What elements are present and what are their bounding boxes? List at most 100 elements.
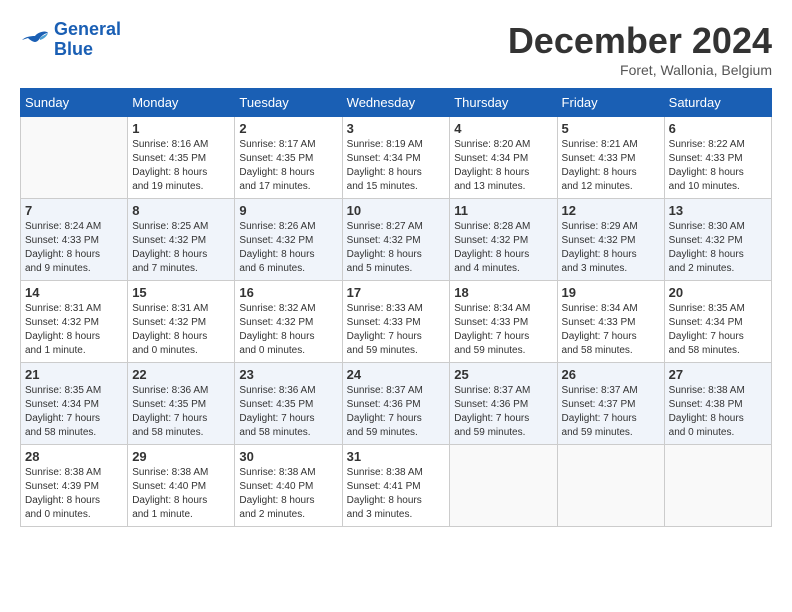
calendar-cell: 26 Sunrise: 8:37 AMSunset: 4:37 PMDayligh… — [557, 363, 664, 445]
day-info: Sunrise: 8:38 AMSunset: 4:41 PMDaylight:… — [347, 466, 446, 522]
day-number: 1 — [132, 121, 230, 136]
calendar-cell: 22Sunrise: 8:36 AMSunset: 4:35 PMDayligh… — [128, 363, 235, 445]
calendar-cell: 17 Sunrise: 8:33 AMSunset: 4:33 PMDayligh… — [342, 281, 450, 363]
day-number: 21 — [25, 367, 123, 382]
calendar-cell — [664, 445, 771, 527]
day-number: 23 — [239, 367, 337, 382]
day-number: 5 — [562, 121, 660, 136]
calendar-cell — [557, 445, 664, 527]
day-info: Sunrise: 8:27 AMSunset: 4:32 PMDaylight:… — [347, 220, 446, 276]
col-header-wednesday: Wednesday — [342, 89, 450, 117]
day-number: 31 — [347, 449, 446, 464]
day-info: Sunrise: 8:38 AMSunset: 4:38 PMDaylight:… — [669, 384, 767, 440]
day-number: 19 — [562, 285, 660, 300]
calendar-cell: 2 Sunrise: 8:17 AMSunset: 4:35 PMDaylight… — [235, 117, 342, 199]
day-info: Sunrise: 8:29 AMSunset: 4:32 PMDaylight:… — [562, 220, 660, 276]
day-info: Sunrise: 8:24 AMSunset: 4:33 PMDaylight:… — [25, 220, 123, 276]
day-number: 13 — [669, 203, 767, 218]
day-info: Sunrise: 8:38 AMSunset: 4:40 PMDaylight:… — [132, 466, 230, 522]
day-info: Sunrise: 8:37 AMSunset: 4:36 PMDaylight:… — [347, 384, 446, 440]
calendar-cell: 14Sunrise: 8:31 AMSunset: 4:32 PMDayligh… — [21, 281, 128, 363]
day-info: Sunrise: 8:22 AMSunset: 4:33 PMDaylight:… — [669, 138, 767, 194]
col-header-sunday: Sunday — [21, 89, 128, 117]
calendar-cell: 20 Sunrise: 8:35 AMSunset: 4:34 PMDayligh… — [664, 281, 771, 363]
logo-line1: General — [54, 19, 121, 39]
day-number: 26 — [562, 367, 660, 382]
day-number: 18 — [454, 285, 552, 300]
day-number: 16 — [239, 285, 337, 300]
calendar-cell: 19 Sunrise: 8:34 AMSunset: 4:33 PMDayligh… — [557, 281, 664, 363]
day-info: Sunrise: 8:34 AMSunset: 4:33 PMDaylight:… — [454, 302, 552, 358]
day-info: Sunrise: 8:30 AMSunset: 4:32 PMDaylight:… — [669, 220, 767, 276]
day-info: Sunrise: 8:32 AMSunset: 4:32 PMDaylight:… — [239, 302, 337, 358]
day-info: Sunrise: 8:16 AMSunset: 4:35 PMDaylight:… — [132, 138, 230, 194]
day-number: 11 — [454, 203, 552, 218]
day-number: 4 — [454, 121, 552, 136]
col-header-thursday: Thursday — [450, 89, 557, 117]
day-number: 29 — [132, 449, 230, 464]
col-header-friday: Friday — [557, 89, 664, 117]
calendar-cell: 4Sunrise: 8:20 AMSunset: 4:34 PMDaylight… — [450, 117, 557, 199]
calendar-week-row: 1 Sunrise: 8:16 AMSunset: 4:35 PMDaylight… — [21, 117, 772, 199]
calendar-cell: 8 Sunrise: 8:25 AMSunset: 4:32 PMDaylight… — [128, 199, 235, 281]
calendar-cell: 13 Sunrise: 8:30 AMSunset: 4:32 PMDayligh… — [664, 199, 771, 281]
day-info: Sunrise: 8:25 AMSunset: 4:32 PMDaylight:… — [132, 220, 230, 276]
title-block: December 2024 Foret, Wallonia, Belgium — [508, 20, 772, 78]
calendar-cell: 11 Sunrise: 8:28 AMSunset: 4:32 PMDayligh… — [450, 199, 557, 281]
day-info: Sunrise: 8:38 AMSunset: 4:40 PMDaylight:… — [239, 466, 337, 522]
day-info: Sunrise: 8:26 AMSunset: 4:32 PMDaylight:… — [239, 220, 337, 276]
calendar-cell: 24Sunrise: 8:37 AMSunset: 4:36 PMDayligh… — [342, 363, 450, 445]
calendar-cell: 21 Sunrise: 8:35 AMSunset: 4:34 PMDayligh… — [21, 363, 128, 445]
calendar-week-row: 7 Sunrise: 8:24 AMSunset: 4:33 PMDaylight… — [21, 199, 772, 281]
calendar-cell: 15 Sunrise: 8:31 AMSunset: 4:32 PMDayligh… — [128, 281, 235, 363]
day-info: Sunrise: 8:19 AMSunset: 4:34 PMDaylight:… — [347, 138, 446, 194]
day-number: 8 — [132, 203, 230, 218]
calendar-cell: 12 Sunrise: 8:29 AMSunset: 4:32 PMDayligh… — [557, 199, 664, 281]
day-info: Sunrise: 8:31 AMSunset: 4:32 PMDaylight:… — [25, 302, 123, 358]
calendar-header-row: SundayMondayTuesdayWednesdayThursdayFrid… — [21, 89, 772, 117]
day-info: Sunrise: 8:38 AMSunset: 4:39 PMDaylight:… — [25, 466, 123, 522]
calendar-table: SundayMondayTuesdayWednesdayThursdayFrid… — [20, 88, 772, 527]
day-number: 28 — [25, 449, 123, 464]
day-info: Sunrise: 8:33 AMSunset: 4:33 PMDaylight:… — [347, 302, 446, 358]
day-number: 12 — [562, 203, 660, 218]
calendar-cell: 7 Sunrise: 8:24 AMSunset: 4:33 PMDaylight… — [21, 199, 128, 281]
page-header: General Blue December 2024 Foret, Wallon… — [20, 20, 772, 78]
calendar-cell: 9Sunrise: 8:26 AMSunset: 4:32 PMDaylight… — [235, 199, 342, 281]
day-number: 20 — [669, 285, 767, 300]
calendar-cell: 30 Sunrise: 8:38 AMSunset: 4:40 PMDayligh… — [235, 445, 342, 527]
day-number: 27 — [669, 367, 767, 382]
day-number: 15 — [132, 285, 230, 300]
calendar-cell: 5Sunrise: 8:21 AMSunset: 4:33 PMDaylight… — [557, 117, 664, 199]
calendar-week-row: 28 Sunrise: 8:38 AMSunset: 4:39 PMDayligh… — [21, 445, 772, 527]
logo: General Blue — [20, 20, 121, 60]
day-number: 7 — [25, 203, 123, 218]
calendar-cell: 1 Sunrise: 8:16 AMSunset: 4:35 PMDaylight… — [128, 117, 235, 199]
logo-bird-icon — [20, 28, 50, 52]
calendar-cell — [450, 445, 557, 527]
day-info: Sunrise: 8:35 AMSunset: 4:34 PMDaylight:… — [669, 302, 767, 358]
day-number: 6 — [669, 121, 767, 136]
day-info: Sunrise: 8:31 AMSunset: 4:32 PMDaylight:… — [132, 302, 230, 358]
day-number: 2 — [239, 121, 337, 136]
day-info: Sunrise: 8:36 AMSunset: 4:35 PMDaylight:… — [239, 384, 337, 440]
day-info: Sunrise: 8:28 AMSunset: 4:32 PMDaylight:… — [454, 220, 552, 276]
logo-line2: Blue — [54, 39, 93, 59]
calendar-cell: 25Sunrise: 8:37 AMSunset: 4:36 PMDayligh… — [450, 363, 557, 445]
month-title: December 2024 — [508, 20, 772, 62]
day-info: Sunrise: 8:35 AMSunset: 4:34 PMDaylight:… — [25, 384, 123, 440]
day-number: 22 — [132, 367, 230, 382]
day-info: Sunrise: 8:17 AMSunset: 4:35 PMDaylight:… — [239, 138, 337, 194]
calendar-cell — [21, 117, 128, 199]
calendar-cell: 31 Sunrise: 8:38 AMSunset: 4:41 PMDayligh… — [342, 445, 450, 527]
calendar-cell: 16 Sunrise: 8:32 AMSunset: 4:32 PMDayligh… — [235, 281, 342, 363]
day-info: Sunrise: 8:34 AMSunset: 4:33 PMDaylight:… — [562, 302, 660, 358]
calendar-week-row: 21 Sunrise: 8:35 AMSunset: 4:34 PMDayligh… — [21, 363, 772, 445]
calendar-cell: 29 Sunrise: 8:38 AMSunset: 4:40 PMDayligh… — [128, 445, 235, 527]
day-number: 30 — [239, 449, 337, 464]
col-header-monday: Monday — [128, 89, 235, 117]
day-info: Sunrise: 8:37 AMSunset: 4:37 PMDaylight:… — [562, 384, 660, 440]
col-header-tuesday: Tuesday — [235, 89, 342, 117]
day-number: 17 — [347, 285, 446, 300]
day-info: Sunrise: 8:37 AMSunset: 4:36 PMDaylight:… — [454, 384, 552, 440]
